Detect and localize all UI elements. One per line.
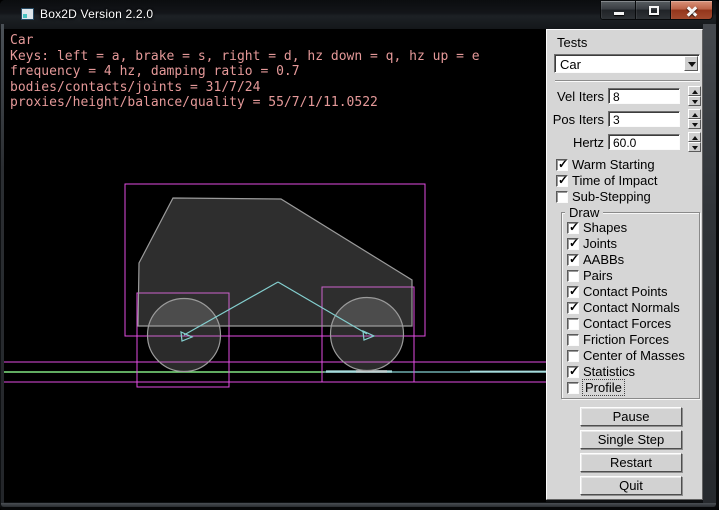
window-border-left [1, 24, 4, 505]
pairs-checkbox[interactable] [567, 270, 579, 282]
profile-label: Profile [583, 380, 624, 395]
contact-points-label: Contact Points [583, 284, 668, 299]
joints-label: Joints [583, 236, 617, 251]
arrow-down-icon [692, 146, 698, 150]
contact-normals-label: Contact Normals [583, 300, 680, 315]
tests-dropdown-button[interactable] [684, 56, 698, 71]
stats-line-frequency: frequency = 4 hz, damping ratio = 0.7 [10, 64, 480, 80]
tests-label: Tests [557, 35, 587, 50]
vel-iters-spin-up-button[interactable] [688, 86, 701, 96]
contact-forces-checkbox[interactable] [567, 318, 579, 330]
pos-iters-label: Pos Iters [547, 112, 604, 127]
chevron-down-icon [688, 62, 696, 67]
app-window: Box2D Version 2.2.0 [0, 0, 719, 510]
title-bar[interactable]: Box2D Version 2.2.0 [0, 0, 719, 29]
pos-iters-spin-up-button[interactable] [688, 109, 701, 119]
maximize-button[interactable] [636, 0, 671, 20]
warm-starting-checkbox[interactable] [556, 159, 568, 171]
pos-iters-spinner [688, 109, 701, 129]
single-step-button[interactable]: Single Step [580, 430, 682, 449]
vel-iters-input[interactable]: 8 [608, 88, 680, 104]
minimize-icon [614, 12, 624, 15]
app-icon [21, 8, 34, 20]
friction-forces-checkbox[interactable] [567, 334, 579, 346]
contact-points-checkbox[interactable] [567, 286, 579, 298]
arrow-up-icon [692, 136, 698, 140]
vel-iters-label: Vel Iters [547, 89, 604, 104]
profile-checkbox[interactable] [567, 382, 579, 394]
hertz-label: Hertz [547, 135, 604, 150]
arrow-down-icon [692, 123, 698, 127]
pos-iters-spin-down-button[interactable] [688, 119, 701, 129]
arrow-up-icon [692, 113, 698, 117]
stats-line-title: Car [10, 33, 480, 49]
pos-iters-input[interactable]: 3 [608, 111, 680, 127]
pos-iters-row: Pos Iters 3 [547, 109, 704, 129]
simulation-canvas[interactable]: CarKeys: left = a, brake = s, right = d,… [4, 29, 546, 502]
hertz-row: Hertz 60.0 [547, 132, 704, 152]
stats-line-bodies: bodies/contacts/joints = 31/7/24 [10, 80, 480, 96]
draw-group-title: Draw [565, 205, 603, 220]
vel-iters-spinner [688, 86, 701, 106]
separator [555, 80, 700, 82]
vel-iters-row: Vel Iters 8 [547, 86, 704, 106]
caption-buttons [600, 0, 713, 20]
center-of-masses-label: Center of Masses [583, 348, 685, 363]
stats-line-keys: Keys: left = a, brake = s, right = d, hz… [10, 49, 480, 65]
shapes-label: Shapes [583, 220, 627, 235]
arrow-up-icon [692, 90, 698, 94]
window-border-right [703, 24, 716, 505]
window-title: Box2D Version 2.2.0 [40, 7, 153, 21]
center-of-masses-checkbox[interactable] [567, 350, 579, 362]
statistics-checkbox[interactable] [567, 366, 579, 378]
tests-dropdown-value: Car [560, 57, 581, 72]
tests-dropdown[interactable]: Car [554, 54, 700, 73]
statistics-label: Statistics [583, 364, 635, 379]
hertz-spin-up-button[interactable] [688, 132, 701, 142]
stats-line-proxies: proxies/height/balance/quality = 55/7/1/… [10, 95, 480, 111]
control-panel: Tests Car Vel Iters 8 Pos Iters 3 [546, 29, 703, 500]
close-icon [686, 5, 698, 17]
restart-button[interactable]: Restart [580, 453, 682, 472]
time-of-impact-checkbox[interactable] [556, 175, 568, 187]
quit-button[interactable]: Quit [580, 476, 682, 495]
close-button[interactable] [671, 0, 713, 20]
joints-checkbox[interactable] [567, 238, 579, 250]
aabbs-checkbox[interactable] [567, 254, 579, 266]
statistics-text: CarKeys: left = a, brake = s, right = d,… [10, 33, 480, 111]
warm-starting-label: Warm Starting [572, 157, 655, 172]
minimize-button[interactable] [600, 0, 636, 20]
shapes-checkbox[interactable] [567, 222, 579, 234]
sub-stepping-label: Sub-Stepping [572, 189, 651, 204]
pairs-label: Pairs [583, 268, 613, 283]
sub-stepping-checkbox[interactable] [556, 191, 568, 203]
contact-forces-label: Contact Forces [583, 316, 671, 331]
time-of-impact-label: Time of Impact [572, 173, 657, 188]
pause-button[interactable]: Pause [580, 407, 682, 426]
arrow-down-icon [692, 100, 698, 104]
hertz-spinner [688, 132, 701, 152]
contact-normals-checkbox[interactable] [567, 302, 579, 314]
hertz-input[interactable]: 60.0 [608, 134, 680, 150]
vel-iters-spin-down-button[interactable] [688, 96, 701, 106]
aabbs-label: AABBs [583, 252, 624, 267]
hertz-spin-down-button[interactable] [688, 142, 701, 152]
friction-forces-label: Friction Forces [583, 332, 669, 347]
maximize-icon [649, 6, 659, 15]
